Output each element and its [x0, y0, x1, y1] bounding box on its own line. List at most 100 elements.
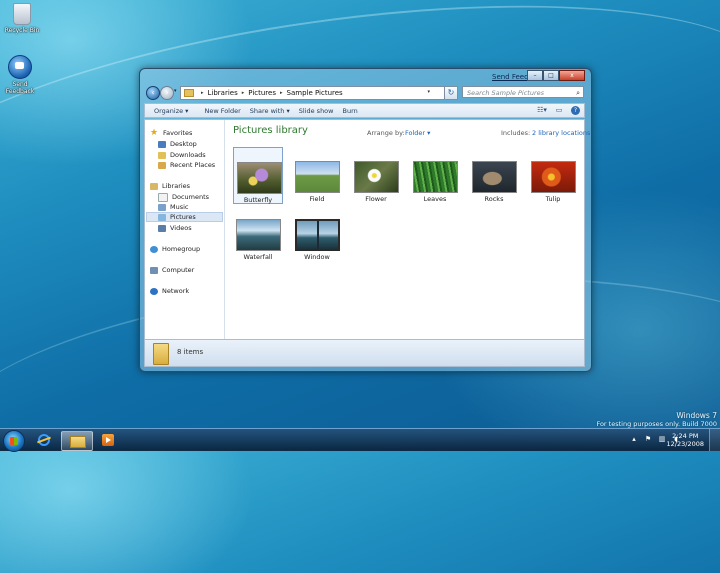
includes-label: Includes: — [501, 129, 531, 137]
nav-computer[interactable]: Computer — [150, 265, 194, 275]
nav-label: Network — [162, 287, 190, 295]
caption-buttons: – □ x — [527, 70, 585, 81]
taskbar-internet-explorer[interactable] — [30, 431, 60, 449]
minimize-button[interactable]: – — [527, 70, 543, 81]
desktop-icon-recycle-bin[interactable]: Recycle Bin — [2, 3, 42, 34]
start-button[interactable] — [3, 430, 25, 452]
music-icon — [158, 203, 166, 211]
media-player-icon — [102, 434, 114, 446]
desktop-icon-send-feedback[interactable]: Send Feedback — [0, 55, 40, 95]
network-icon — [150, 287, 158, 295]
library-title: Pictures library — [233, 125, 308, 136]
taskbar-windows-explorer[interactable] — [61, 431, 93, 451]
thumbnail-image — [237, 162, 282, 194]
internet-explorer-icon — [38, 434, 50, 446]
nav-label: Libraries — [162, 182, 191, 190]
nav-downloads[interactable]: Downloads — [158, 150, 206, 160]
breadcrumb-pictures[interactable]: Pictures — [248, 89, 276, 97]
arrange-by-label: Arrange by: — [367, 129, 405, 137]
maximize-button[interactable]: □ — [543, 70, 559, 81]
documents-icon — [158, 192, 168, 202]
search-icon: ⌕ — [576, 89, 580, 97]
star-icon: ★ — [150, 128, 159, 138]
file-item-label: Field — [309, 195, 325, 203]
thumbnail-image — [531, 161, 576, 193]
desktop-icon — [158, 140, 166, 148]
watermark-os: Windows 7 — [676, 411, 717, 420]
nav-network[interactable]: Network — [150, 286, 189, 296]
nav-videos[interactable]: Videos — [158, 223, 192, 233]
nav-label: Homegroup — [162, 245, 201, 253]
file-item-window[interactable]: Window — [292, 205, 342, 262]
file-item-flower[interactable]: Flower — [351, 147, 401, 204]
address-bar[interactable]: ▸ Libraries ▸ Pictures ▸ Sample Pictures… — [180, 86, 445, 100]
nav-favorites[interactable]: ★ Favorites — [150, 128, 192, 138]
thumbnail-image — [354, 161, 399, 193]
nav-recent-places[interactable]: Recent Places — [158, 160, 215, 170]
nav-label: Downloads — [170, 151, 206, 159]
windows-explorer-icon — [70, 436, 86, 448]
desktop-icon-label: Recycle Bin — [4, 27, 40, 34]
nav-label: Videos — [170, 224, 192, 232]
refresh-button[interactable]: ↻ — [444, 86, 458, 100]
nav-music[interactable]: Music — [158, 202, 189, 212]
breadcrumb-libraries[interactable]: Libraries — [208, 89, 238, 97]
organize-button[interactable]: Organize ▾ — [154, 107, 188, 115]
file-item-rocks[interactable]: Rocks — [469, 147, 519, 204]
file-item-label: Butterfly — [243, 196, 273, 204]
file-item-butterfly[interactable]: Butterfly — [233, 147, 283, 204]
folder-icon — [184, 89, 194, 97]
library-locations-link[interactable]: 2 library locations — [532, 129, 590, 137]
recent-pages-dropdown[interactable]: ▾ — [174, 88, 177, 94]
recent-places-icon — [158, 161, 166, 169]
back-button[interactable]: ‹ — [146, 86, 160, 100]
nav-libraries[interactable]: Libraries — [150, 181, 190, 191]
nav-pictures[interactable]: Pictures — [158, 212, 196, 222]
nav-label: Favorites — [163, 129, 193, 137]
network-tray-icon[interactable]: ▥ — [658, 435, 666, 443]
nav-documents[interactable]: Documents — [158, 192, 209, 202]
arrange-by-dropdown[interactable]: Folder ▾ — [405, 129, 430, 137]
new-folder-button[interactable]: New Folder — [204, 107, 240, 115]
file-item-tulip[interactable]: Tulip — [528, 147, 578, 204]
file-item-field[interactable]: Field — [292, 147, 342, 204]
show-hidden-icons-icon[interactable]: ▴ — [630, 435, 638, 443]
preview-pane-icon[interactable]: ▭ — [554, 106, 564, 115]
forward-button[interactable]: › — [160, 86, 174, 100]
taskbar: ▴ ⚑ ▥ ◖ 2:24 PM 12/23/2008 — [0, 428, 720, 452]
clock[interactable]: 2:24 PM 12/23/2008 — [667, 432, 704, 448]
nav-desktop[interactable]: Desktop — [158, 139, 197, 149]
thumbnail-image — [413, 161, 458, 193]
share-with-button[interactable]: Share with ▾ — [250, 107, 290, 115]
action-center-flag-icon[interactable]: ⚑ — [644, 435, 652, 443]
burn-button[interactable]: Burn — [342, 107, 357, 115]
explorer-window[interactable]: Send Feedback – □ x ‹ › ▾ ▸ Libraries ▸ … — [139, 68, 592, 372]
nav-label: Desktop — [170, 140, 197, 148]
change-view-icon[interactable]: ☷▾ — [537, 106, 547, 115]
show-desktop-button[interactable] — [709, 429, 720, 451]
breadcrumb-separator-icon[interactable]: ▸ — [201, 90, 204, 96]
close-button[interactable]: x — [559, 70, 585, 81]
breadcrumb-separator-icon[interactable]: ▸ — [280, 90, 283, 96]
search-input[interactable]: Search Sample Pictures ⌕ — [462, 86, 584, 98]
clock-time: 2:24 PM — [672, 432, 699, 440]
search-placeholder: Search Sample Pictures — [467, 89, 545, 97]
file-item-leaves[interactable]: Leaves — [410, 147, 460, 204]
file-view: Pictures library Arrange by: Folder ▾ In… — [225, 120, 590, 343]
file-item-label: Window — [304, 253, 330, 261]
nav-homegroup[interactable]: Homegroup — [150, 244, 200, 254]
desktop-icon-label: Send Feedback — [5, 81, 35, 95]
address-dropdown-icon[interactable]: ▾ — [427, 89, 430, 95]
taskbar-media-player[interactable] — [94, 431, 124, 449]
breadcrumb-separator-icon[interactable]: ▸ — [242, 90, 245, 96]
breadcrumb-sample-pictures[interactable]: Sample Pictures — [287, 89, 343, 97]
library-folder-icon — [153, 343, 169, 365]
downloads-icon — [158, 151, 166, 159]
file-item-waterfall[interactable]: Waterfall — [233, 205, 283, 262]
toolbar-right: ☷▾ ▭ ? — [537, 106, 580, 115]
slide-show-button[interactable]: Slide show — [299, 107, 334, 115]
navigation-pane: ★ Favorites Desktop Downloads Recent Pla… — [145, 120, 225, 343]
address-row: ‹ › ▾ ▸ Libraries ▸ Pictures ▸ Sample Pi… — [144, 85, 585, 101]
help-icon[interactable]: ? — [571, 106, 580, 115]
file-item-label: Waterfall — [243, 253, 273, 261]
